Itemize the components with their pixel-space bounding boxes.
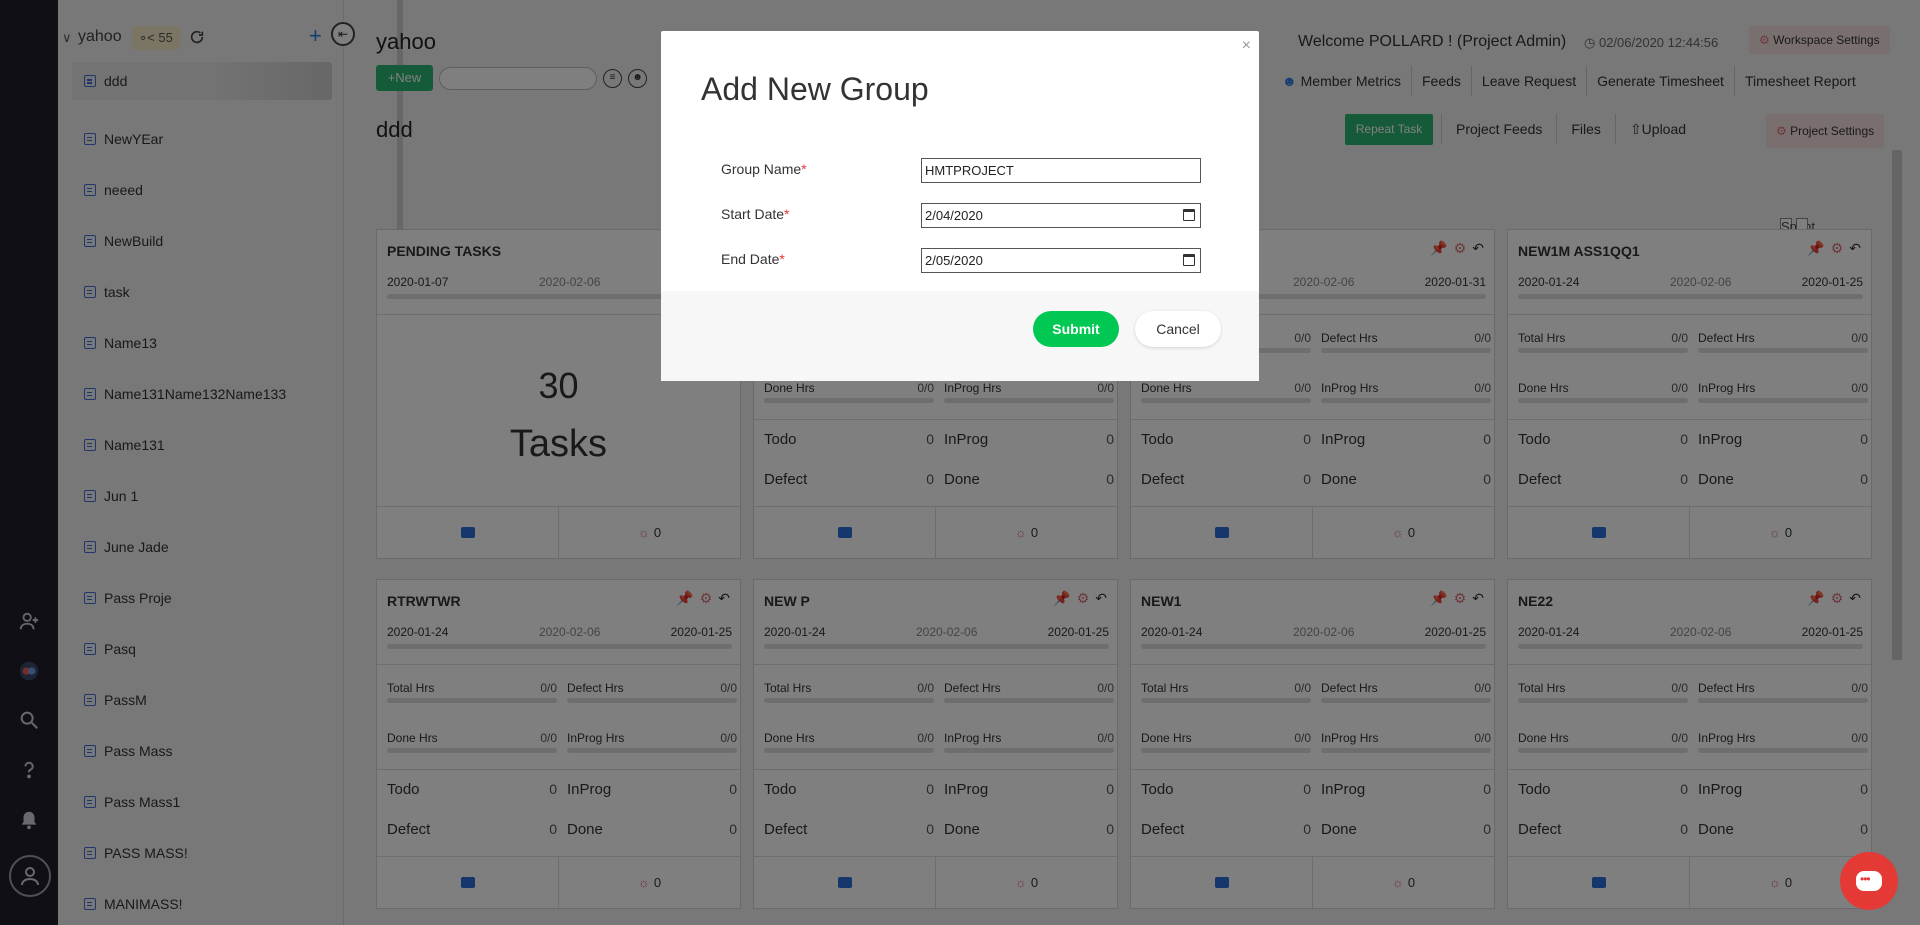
close-icon[interactable]: × <box>1242 37 1251 55</box>
group-name-label-text: Group Name <box>721 161 802 177</box>
calendar-icon[interactable] <box>1183 209 1195 221</box>
modal-title: Add New Group <box>701 71 929 107</box>
end-date-label: End Date* <box>721 251 785 267</box>
submit-button[interactable]: Submit <box>1033 311 1119 347</box>
group-name-label: Group Name* <box>721 161 807 177</box>
chat-icon <box>1856 871 1882 891</box>
cancel-button[interactable]: Cancel <box>1135 311 1221 347</box>
required-mark: * <box>779 251 785 267</box>
start-date-label-text: Start Date <box>721 206 785 222</box>
required-mark: * <box>784 206 790 222</box>
required-mark: * <box>801 161 807 177</box>
start-date-label: Start Date* <box>721 206 789 222</box>
end-date-label-text: End Date <box>721 251 780 267</box>
chat-button[interactable] <box>1840 852 1898 910</box>
start-date-input[interactable] <box>921 203 1201 228</box>
calendar-icon[interactable] <box>1183 254 1195 266</box>
add-group-modal: × Add New Group Group Name* Start Date* … <box>661 31 1259 381</box>
group-name-input[interactable] <box>921 158 1201 183</box>
modal-footer: Submit Cancel <box>661 291 1259 381</box>
end-date-input[interactable] <box>921 248 1201 273</box>
